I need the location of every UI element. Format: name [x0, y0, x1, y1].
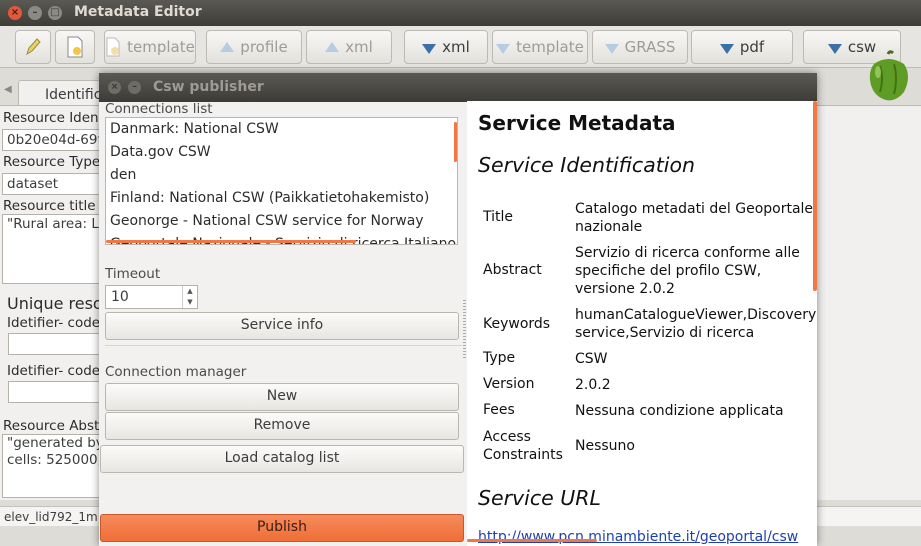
resource-identifier-input[interactable]: 0b20e04d-69f	[2, 129, 100, 151]
service-metadata-heading: Service Metadata	[478, 111, 676, 135]
connections-list-label: Connections list	[105, 101, 213, 117]
resource-title-input[interactable]: "Rural area: Lid	[2, 214, 100, 284]
service-identification-heading: Service Identification	[478, 153, 696, 177]
spin-down-icon[interactable]: ▼	[183, 297, 197, 308]
service-url-link[interactable]: http://www.pcn.minambiente.it/geoportal/…	[478, 529, 798, 545]
publish-button[interactable]: Publish	[100, 514, 464, 542]
close-dialog-button[interactable]: ×	[108, 81, 121, 94]
tab-scroll-left-icon[interactable]: ◀	[4, 84, 12, 95]
export-grass-button[interactable]: GRASS	[592, 30, 688, 64]
list-item[interactable]: Geoportale Nazionale - Servizio di ricer…	[106, 233, 457, 244]
list-item[interactable]: Danmark: National CSW	[106, 118, 457, 141]
identifier-code-label: Idetifier- code	[7, 315, 101, 331]
list-item[interactable]: Geonorge - National CSW service for Norw…	[106, 210, 457, 233]
resource-type-label: Resource Type	[3, 154, 101, 170]
main-titlebar: × – □ Metadata Editor	[0, 0, 921, 26]
maximize-window-button[interactable]: □	[48, 6, 62, 20]
load-catalog-list-button[interactable]: Load catalog list	[100, 445, 464, 473]
resource-abstract-input[interactable]: "generated by cells: 525000; A	[2, 434, 100, 498]
download-icon	[604, 44, 619, 54]
download-icon	[827, 44, 842, 54]
metadata-scrollbar[interactable]	[813, 101, 817, 291]
connections-hscrollbar[interactable]	[106, 240, 356, 243]
download-icon	[719, 44, 734, 54]
timeout-label: Timeout	[105, 266, 161, 282]
identifier-code-label: Idetifier- code	[7, 363, 101, 379]
upload-icon	[220, 42, 235, 52]
remove-connection-button[interactable]: Remove	[105, 412, 459, 440]
edit-button[interactable]	[15, 30, 51, 64]
identifier-code-input[interactable]	[8, 333, 100, 355]
divider	[105, 345, 462, 346]
connection-manager-label: Connection manager	[105, 364, 247, 380]
pepper-logo-icon	[869, 50, 908, 101]
upload-profile-button[interactable]: profile	[206, 30, 302, 64]
close-window-button[interactable]: ×	[8, 6, 22, 20]
resource-type-select[interactable]: dataset	[2, 173, 100, 195]
new-connection-button[interactable]: New	[105, 383, 459, 411]
window-title: Metadata Editor	[74, 4, 202, 20]
minimize-window-button[interactable]: –	[28, 6, 42, 20]
spin-arrows[interactable]: ▲ ▼	[182, 286, 197, 308]
service-url-heading: Service URL	[478, 486, 601, 510]
resource-title-label: Resource title	[3, 198, 96, 214]
upload-icon	[325, 42, 340, 52]
export-pdf-button[interactable]: pdf	[691, 30, 793, 64]
timeout-spinbox[interactable]: 10 ▲ ▼	[105, 285, 198, 309]
upload-xml-button[interactable]: xml	[306, 30, 392, 64]
metadata-hscrollbar[interactable]	[467, 539, 597, 542]
connections-list[interactable]: Danmark: National CSW Data.gov CSW den F…	[105, 117, 458, 245]
main-toolbar: template profile xml xml template GRASS …	[0, 26, 921, 68]
spin-up-icon[interactable]: ▲	[183, 286, 197, 297]
list-item[interactable]: den	[106, 164, 457, 187]
new-document-button[interactable]	[55, 30, 95, 64]
dialog-titlebar: × – Csw publisher	[99, 73, 817, 102]
dialog-title: Csw publisher	[153, 79, 264, 95]
list-item[interactable]: Data.gov CSW	[106, 141, 457, 164]
splitter-handle[interactable]	[463, 300, 466, 360]
connections-scrollbar[interactable]	[454, 122, 457, 162]
download-icon	[422, 44, 437, 54]
pencil-icon	[26, 38, 41, 56]
download-icon	[496, 44, 511, 54]
service-metadata-panel: Service Metadata Service Identification …	[467, 101, 817, 546]
service-info-button[interactable]: Service info	[105, 312, 459, 340]
identifier-code-input[interactable]	[8, 381, 100, 403]
export-xml-button[interactable]: xml	[404, 30, 488, 64]
new-document-icon	[67, 36, 83, 58]
export-template-button[interactable]: template	[492, 30, 588, 64]
template-new-button[interactable]: template	[104, 30, 196, 64]
list-item[interactable]: Finland: National CSW (Paikkatietohakemi…	[106, 187, 457, 210]
minimize-dialog-button[interactable]: –	[128, 81, 141, 94]
template-icon	[106, 37, 120, 57]
